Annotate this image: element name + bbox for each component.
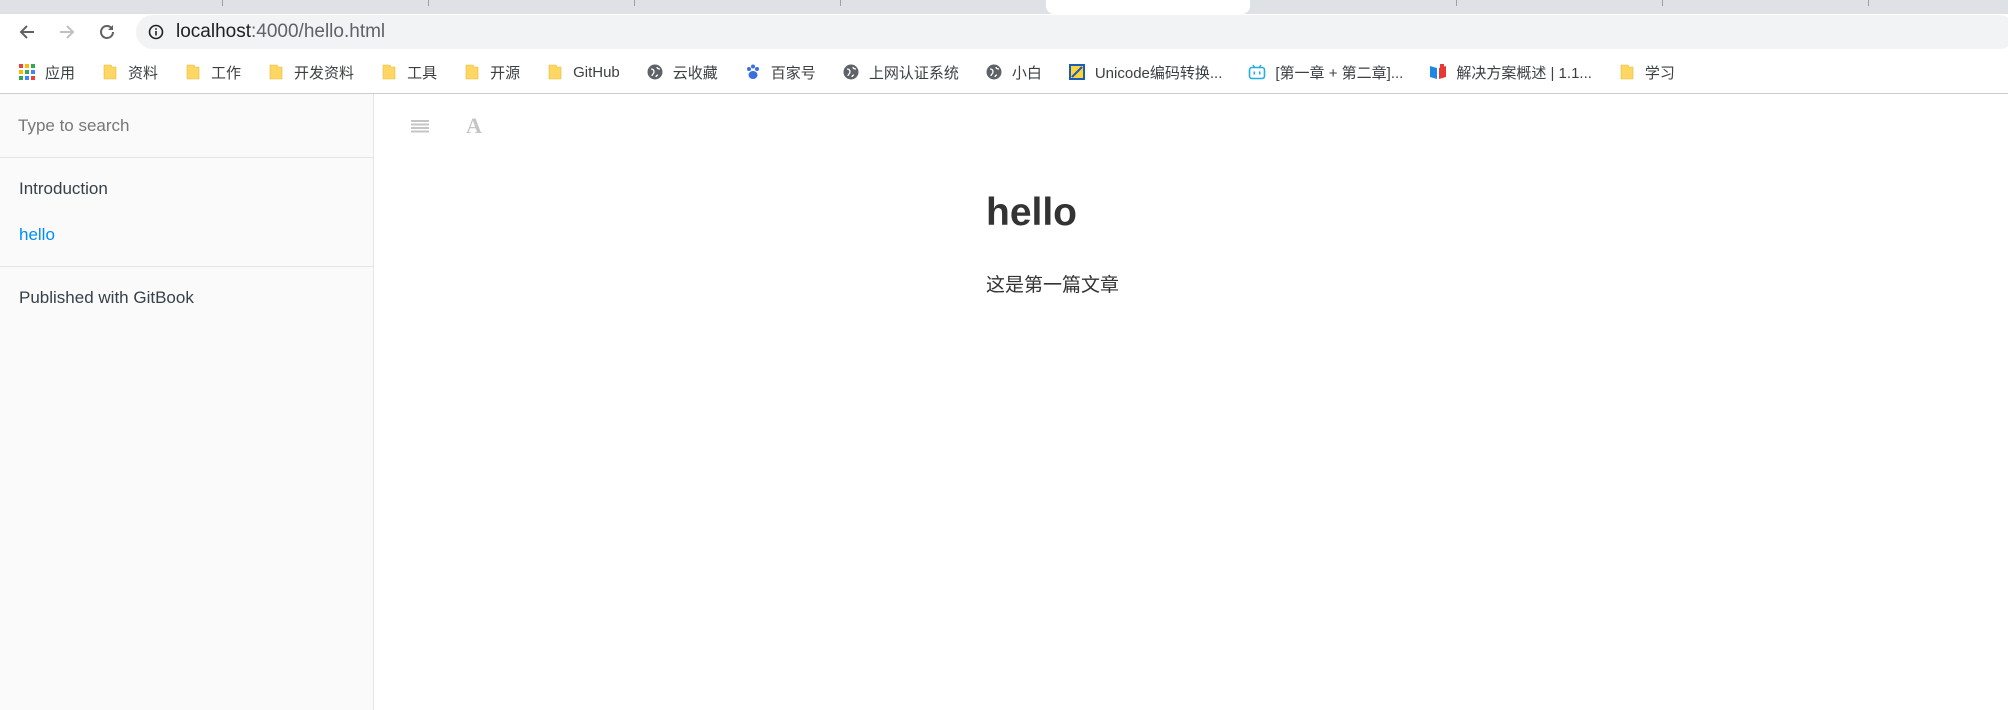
nav-divider xyxy=(0,266,373,267)
tab-separator xyxy=(1662,0,1663,6)
bookmark-item[interactable]: Unicode编码转换... xyxy=(1068,59,1231,85)
bookmark-label: 云收藏 xyxy=(672,64,718,82)
bookmark-item[interactable]: 学习 xyxy=(1618,59,1683,85)
tab-separator xyxy=(1456,0,1457,6)
bookmark-item[interactable]: 上网认证系统 xyxy=(842,59,967,85)
bookmark-item[interactable]: 解决方案概述 | 1.1... xyxy=(1429,59,1600,85)
bookmark-label: 开发资料 xyxy=(294,64,355,82)
bookmark-label: 学习 xyxy=(1644,64,1675,82)
tab-separator xyxy=(634,0,635,6)
forward-button[interactable] xyxy=(53,18,81,46)
bookmark-label: 工具 xyxy=(407,64,438,82)
folder-icon xyxy=(267,63,285,81)
unicode-icon xyxy=(1068,63,1086,81)
bookmark-label: 开源 xyxy=(490,64,521,82)
reload-button[interactable] xyxy=(93,18,121,46)
info-icon[interactable] xyxy=(148,24,164,40)
bookmark-item[interactable]: 百家号 xyxy=(744,59,824,85)
bookmark-item[interactable]: 应用 xyxy=(18,59,83,85)
tab-separator xyxy=(222,0,223,6)
bookmark-label: 工作 xyxy=(211,64,242,82)
bookmark-item[interactable]: 开发资料 xyxy=(267,59,362,85)
back-button[interactable] xyxy=(13,18,41,46)
article-content: hello 这是第一篇文章 xyxy=(986,190,1786,300)
toggle-sidebar-button[interactable] xyxy=(404,110,436,142)
address-bar[interactable]: localhost:4000/hello.html xyxy=(136,15,2008,49)
book-header: A xyxy=(374,94,2008,158)
browser-toolbar: localhost:4000/hello.html xyxy=(0,14,2008,50)
article-paragraph: 这是第一篇文章 xyxy=(986,275,1120,296)
bookmark-label: 小白 xyxy=(1011,64,1042,82)
folder-icon xyxy=(184,63,202,81)
tab-separator xyxy=(1868,0,1869,6)
book-icon xyxy=(1429,63,1447,81)
bookmark-item[interactable]: 资料 xyxy=(101,59,166,85)
bilibili-icon xyxy=(1248,63,1266,81)
folder-icon xyxy=(380,63,398,81)
font-settings-button[interactable]: A xyxy=(458,110,490,142)
active-tab[interactable] xyxy=(1046,0,1250,14)
bookmark-label: 百家号 xyxy=(770,64,816,82)
bookmark-item[interactable]: GitHub xyxy=(546,59,628,85)
paw-icon xyxy=(744,63,762,81)
bookmark-item[interactable]: 工作 xyxy=(184,59,249,85)
globe-icon xyxy=(985,63,1003,81)
bookmark-label: 应用 xyxy=(45,64,76,82)
bookmark-item[interactable]: 工具 xyxy=(380,59,445,85)
nav-item-introduction[interactable]: Introduction xyxy=(0,166,373,212)
summary-nav: Introduction hello Published with GitBoo… xyxy=(0,158,373,321)
globe-icon xyxy=(646,63,664,81)
folder-icon xyxy=(1618,63,1636,81)
search-input[interactable] xyxy=(18,115,338,136)
tab-separator xyxy=(840,0,841,6)
search-box xyxy=(0,94,373,158)
bookmark-label: GitHub xyxy=(573,63,620,81)
bookmark-label: 解决方案概述 | 1.1... xyxy=(1456,64,1592,82)
bookmark-item[interactable]: 云收藏 xyxy=(646,59,726,85)
bookmark-label: 资料 xyxy=(128,64,159,82)
arrow-right-icon xyxy=(60,25,75,39)
book-summary-sidebar: Introduction hello Published with GitBoo… xyxy=(0,94,374,710)
folder-icon xyxy=(463,63,481,81)
url-text: localhost:4000/hello.html xyxy=(176,21,385,43)
bookmark-item[interactable]: 开源 xyxy=(463,59,528,85)
globe-icon xyxy=(842,63,860,81)
bookmarks-bar: 应用 资料 工作 开发资料 工具 开源 GitHub 云收藏 百家号 上网认证系统 小白 Unicod… xyxy=(0,56,2008,88)
menu-lines-icon xyxy=(411,120,429,133)
bookmark-label: Unicode编码转换... xyxy=(1094,64,1223,82)
arrow-left-icon xyxy=(19,25,34,39)
reload-icon xyxy=(100,25,114,39)
apps-grid-icon xyxy=(18,63,36,81)
page-title: hello xyxy=(986,191,1078,234)
tab-separator xyxy=(428,0,429,6)
bookmark-label: [第一章 + 第二章]... xyxy=(1275,64,1404,82)
bookmark-label: 上网认证系统 xyxy=(868,64,959,82)
tab-strip xyxy=(0,0,2008,14)
bookmark-item[interactable]: [第一章 + 第二章]... xyxy=(1248,59,1411,85)
nav-item-hello[interactable]: hello xyxy=(0,212,373,258)
folder-icon xyxy=(101,63,119,81)
published-with-gitbook-link[interactable]: Published with GitBook xyxy=(0,275,373,321)
gitbook-page: Introduction hello Published with GitBoo… xyxy=(0,94,2008,710)
folder-icon xyxy=(546,63,564,81)
font-settings-icon: A xyxy=(466,113,482,138)
bookmark-item[interactable]: 小白 xyxy=(985,59,1050,85)
url-host: localhost xyxy=(176,21,251,42)
url-path: :4000/hello.html xyxy=(251,21,386,42)
